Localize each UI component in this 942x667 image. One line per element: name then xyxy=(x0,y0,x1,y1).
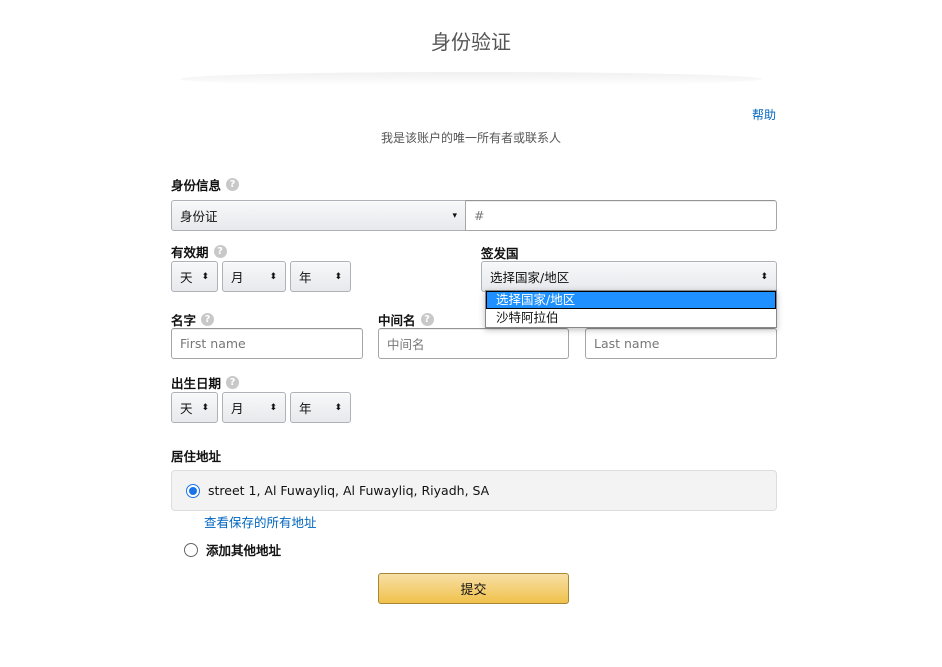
submit-button[interactable]: 提交 xyxy=(378,573,569,604)
question-icon[interactable]: ? xyxy=(226,178,240,191)
last-name-input[interactable]: Last name xyxy=(585,328,777,359)
id-number-placeholder: # xyxy=(474,208,485,223)
dropdown-option[interactable]: 沙特阿拉伯 xyxy=(486,309,776,327)
select-arrow-icon: ⬍ xyxy=(334,271,342,282)
expiry-day-value: 天 xyxy=(180,270,193,285)
expiry-month-select[interactable]: 月 ⬍ xyxy=(222,261,286,292)
middle-name-placeholder: 中间名 xyxy=(387,337,425,352)
id-info-label: 身份信息 ? xyxy=(171,175,240,194)
add-address-radio[interactable] xyxy=(184,542,198,557)
dob-year-value: 年 xyxy=(299,401,312,416)
select-arrow-icon: ⬍ xyxy=(760,271,768,282)
dob-year-select[interactable]: 年 ⬍ xyxy=(290,392,351,423)
first-name-label: 名字 ? xyxy=(171,310,215,329)
add-other-address-option[interactable]: 添加其他地址 xyxy=(184,540,281,559)
add-other-address-label: 添加其他地址 xyxy=(206,543,282,558)
middle-name-input[interactable]: 中间名 xyxy=(378,328,569,359)
select-arrow-icon: ⬍ xyxy=(269,402,277,413)
question-icon[interactable]: ? xyxy=(226,376,240,389)
expiry-day-select[interactable]: 天 ⬍ xyxy=(171,261,218,292)
expiry-label-text: 有效期 xyxy=(171,245,209,260)
page-subtitle: 我是该账户的唯一所有者或联系人 xyxy=(380,131,561,145)
first-name-input[interactable]: First name xyxy=(171,328,363,359)
saved-address-option[interactable]: street 1, Al Fuwayliq, Al Fuwayliq, Riya… xyxy=(171,470,777,511)
residence-label-text: 居住地址 xyxy=(171,449,222,464)
id-number-input[interactable]: # xyxy=(465,200,777,231)
issuing-country-select[interactable]: 选择国家/地区 ⬍ xyxy=(481,261,777,292)
chevron-down-icon: ▾ xyxy=(452,210,457,221)
dropdown-option[interactable]: 选择国家/地区 xyxy=(486,291,776,309)
header-divider xyxy=(180,72,762,86)
id-type-value: 身份证 xyxy=(180,209,218,224)
expiry-year-value: 年 xyxy=(299,270,312,285)
address-radio-checked[interactable] xyxy=(186,483,200,498)
select-arrow-icon: ⬍ xyxy=(201,271,209,282)
middle-name-label-text: 中间名 xyxy=(378,313,416,328)
last-name-placeholder: Last name xyxy=(594,336,660,351)
dob-month-select[interactable]: 月 ⬍ xyxy=(222,392,286,423)
first-name-label-text: 名字 xyxy=(171,313,197,328)
dob-month-value: 月 xyxy=(231,401,244,416)
dob-label-text: 出生日期 xyxy=(171,376,222,391)
id-type-select[interactable]: 身份证 ▾ xyxy=(171,200,466,231)
dob-label: 出生日期 ? xyxy=(171,373,240,392)
issuing-country-label-text: 签发国 xyxy=(481,246,519,261)
select-arrow-icon: ⬍ xyxy=(201,402,209,413)
first-name-placeholder: First name xyxy=(180,336,246,351)
question-icon[interactable]: ? xyxy=(201,313,215,326)
expiry-month-value: 月 xyxy=(231,270,244,285)
dob-day-value: 天 xyxy=(180,401,193,416)
issuing-country-label: 签发国 xyxy=(481,243,519,262)
question-icon[interactable]: ? xyxy=(420,313,434,326)
id-info-label-text: 身份信息 xyxy=(171,178,222,193)
help-link[interactable]: 帮助 xyxy=(752,106,776,123)
expiry-label: 有效期 ? xyxy=(171,242,227,261)
select-arrow-icon: ⬍ xyxy=(334,402,342,413)
expiry-year-select[interactable]: 年 ⬍ xyxy=(290,261,351,292)
dob-day-select[interactable]: 天 ⬍ xyxy=(171,392,218,423)
page-title: 身份验证 xyxy=(431,30,511,54)
middle-name-label: 中间名 ? xyxy=(378,310,434,329)
residence-label: 居住地址 xyxy=(171,446,221,465)
view-all-addresses-link[interactable]: 查看保存的所有地址 xyxy=(204,512,317,531)
select-arrow-icon: ⬍ xyxy=(269,271,277,282)
issuing-country-dropdown: 选择国家/地区 沙特阿拉伯 xyxy=(485,290,777,328)
issuing-country-value: 选择国家/地区 xyxy=(490,270,570,285)
saved-address-text: street 1, Al Fuwayliq, Al Fuwayliq, Riya… xyxy=(208,483,490,498)
question-icon[interactable]: ? xyxy=(213,245,227,258)
